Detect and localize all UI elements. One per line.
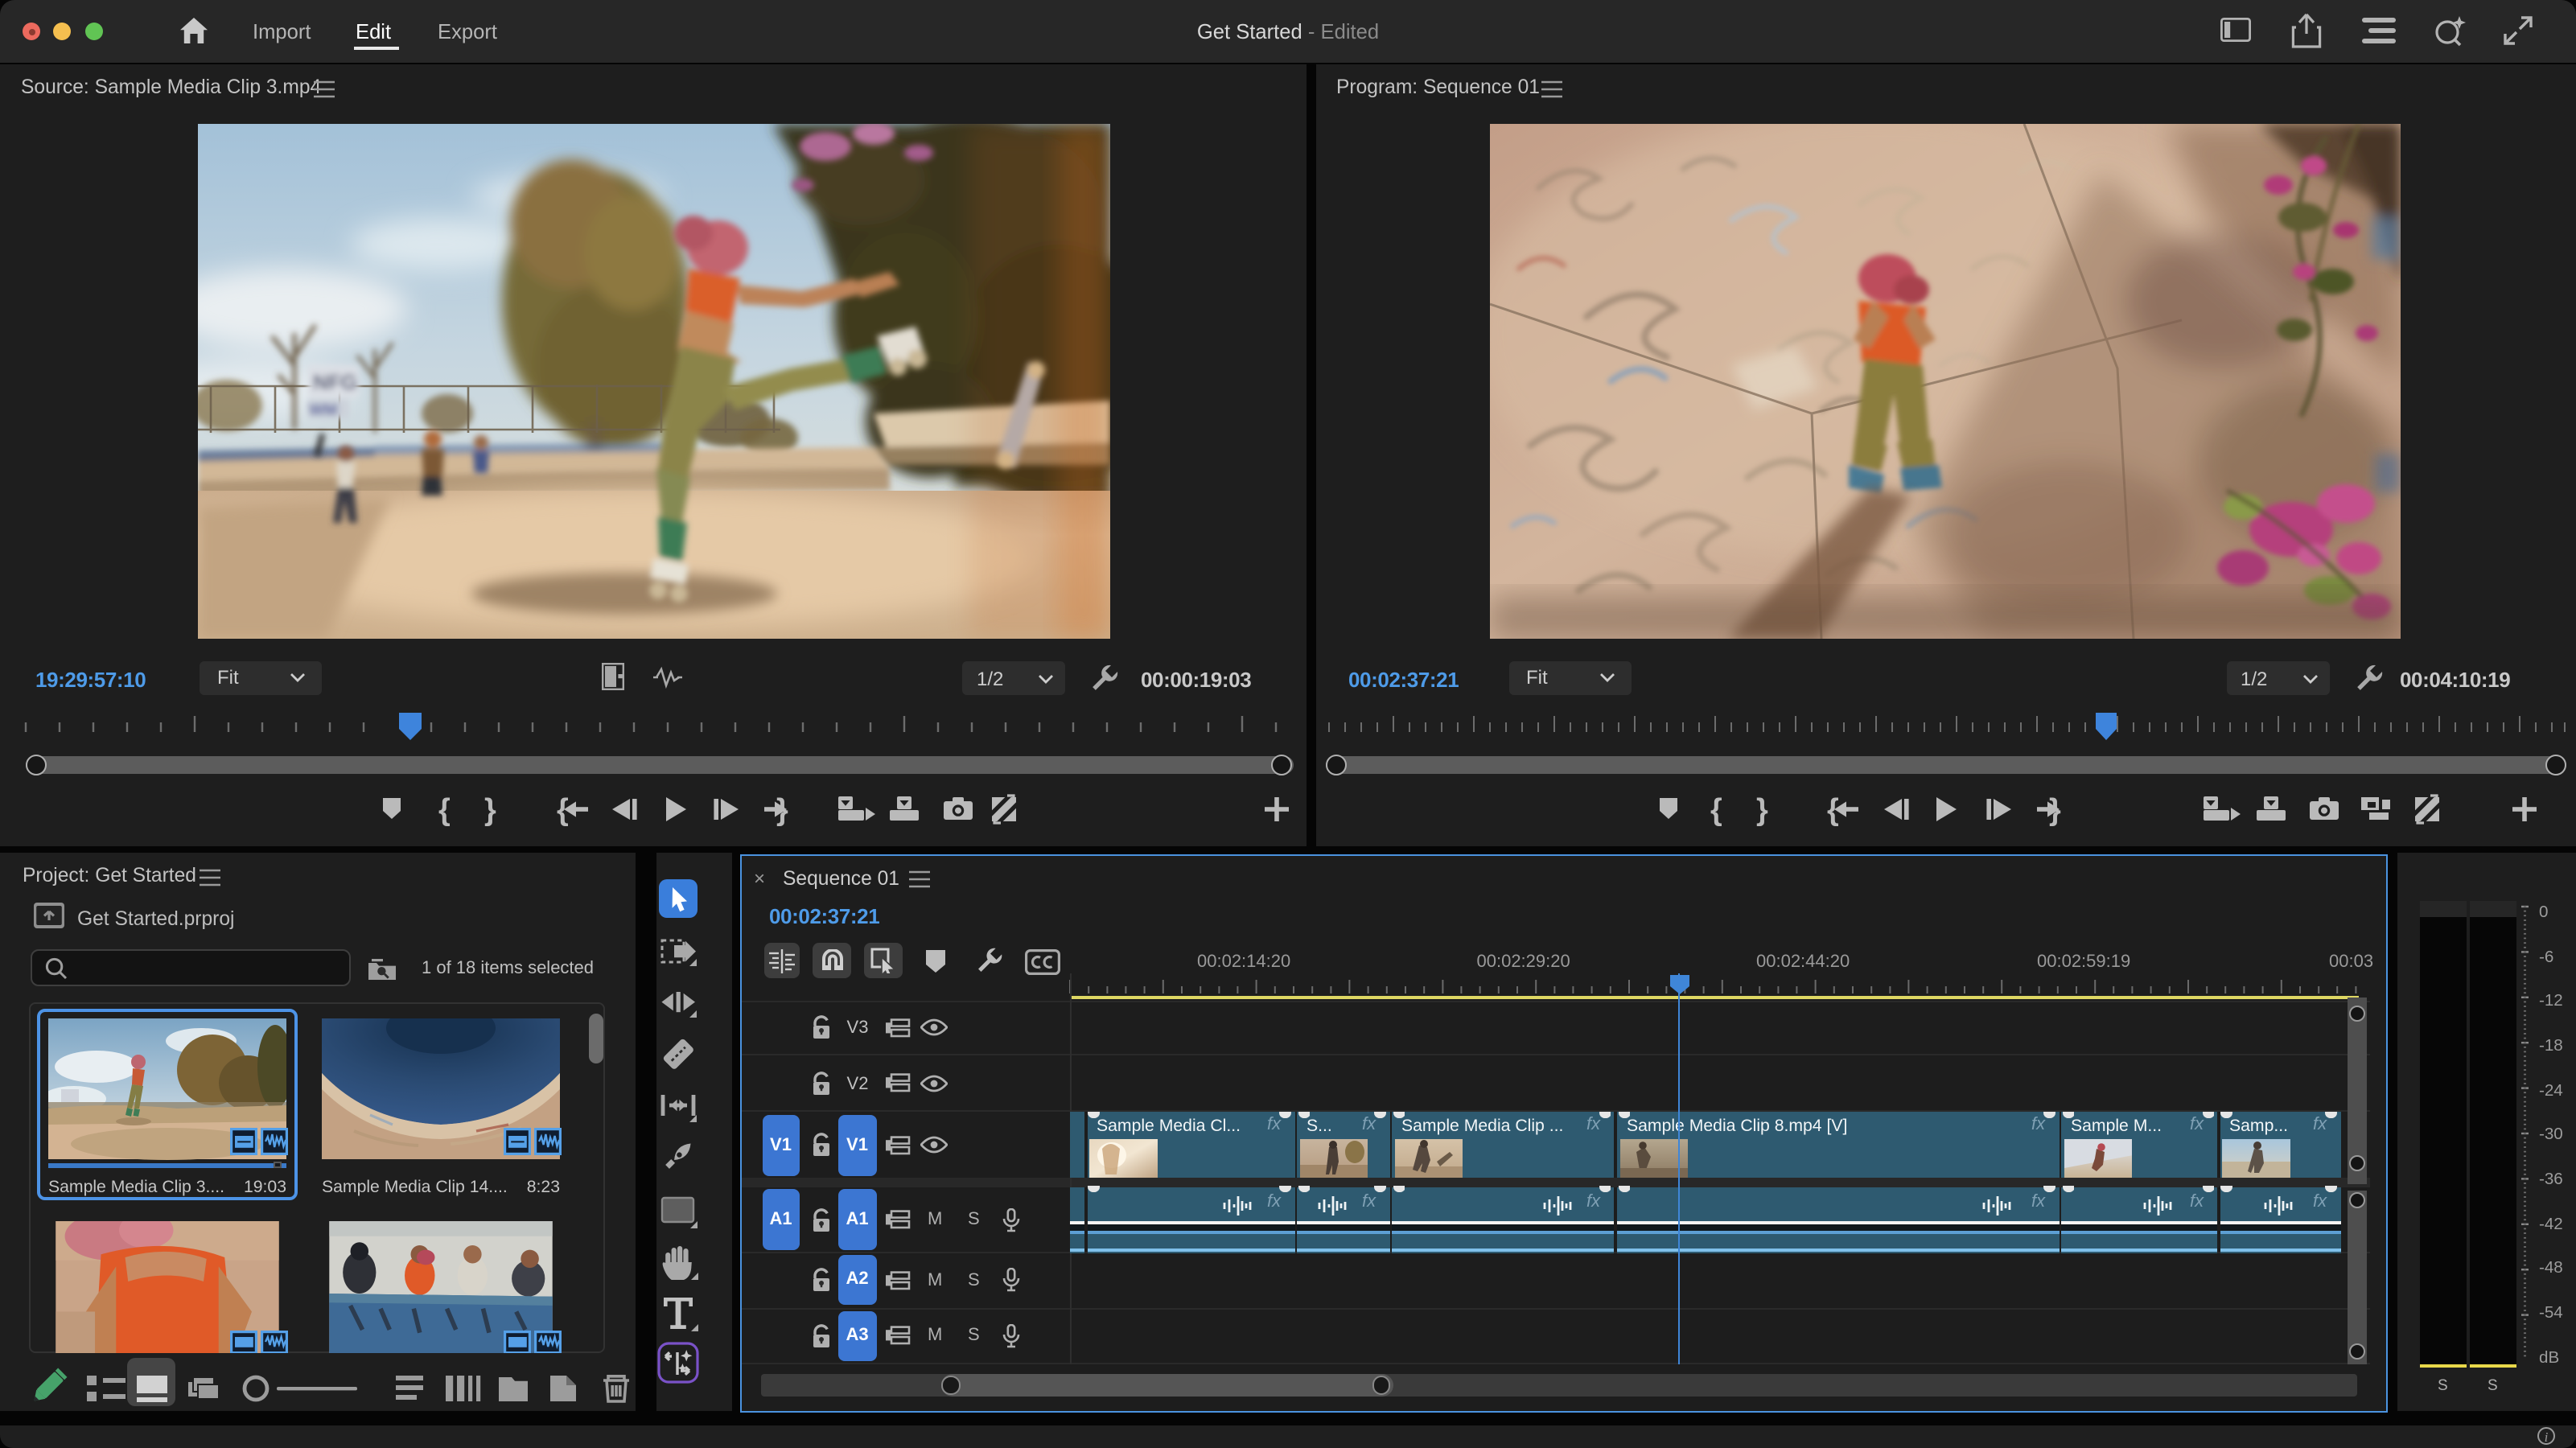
svg-text:{: { (1710, 792, 1722, 826)
svg-text:}: } (1755, 792, 1767, 826)
svg-text:WM: WM (309, 401, 338, 418)
svg-text:}: } (776, 792, 788, 826)
svg-text:{: { (438, 792, 451, 826)
svg-text:NFG: NFG (313, 369, 357, 393)
svg-text:}: } (2048, 792, 2060, 826)
svg-text:}: } (484, 792, 496, 826)
